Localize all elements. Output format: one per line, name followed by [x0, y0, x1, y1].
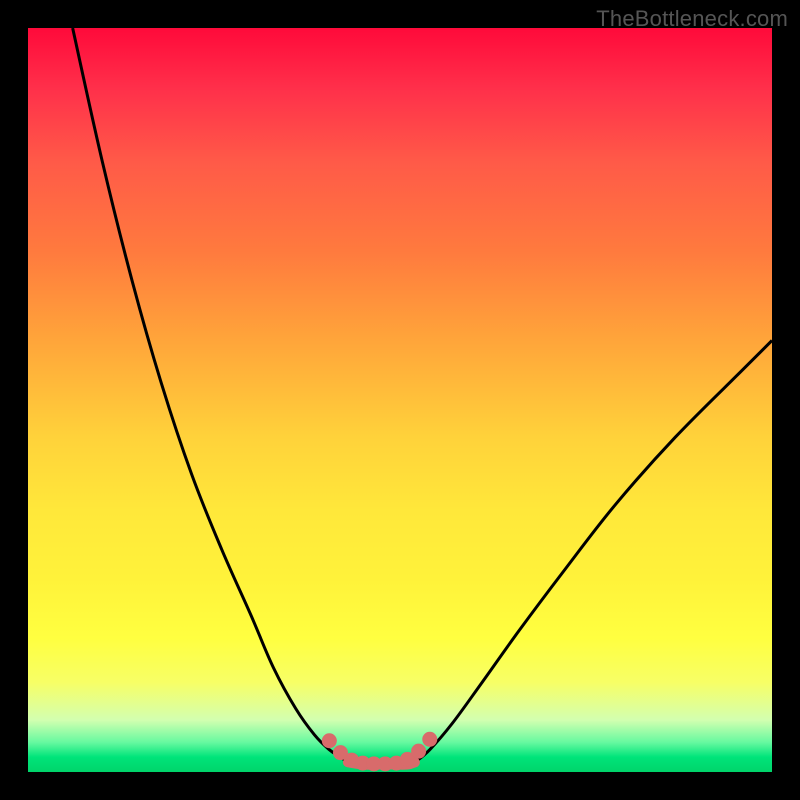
- right-curve: [415, 340, 772, 762]
- left-curve: [73, 28, 348, 762]
- plateau-dot: [422, 732, 437, 747]
- plateau-dots: [322, 732, 437, 772]
- plateau-dot: [322, 733, 337, 748]
- watermark-text: TheBottleneck.com: [596, 6, 788, 32]
- plateau-dot: [411, 744, 426, 759]
- chart-area: [28, 28, 772, 772]
- chart-svg: [28, 28, 772, 772]
